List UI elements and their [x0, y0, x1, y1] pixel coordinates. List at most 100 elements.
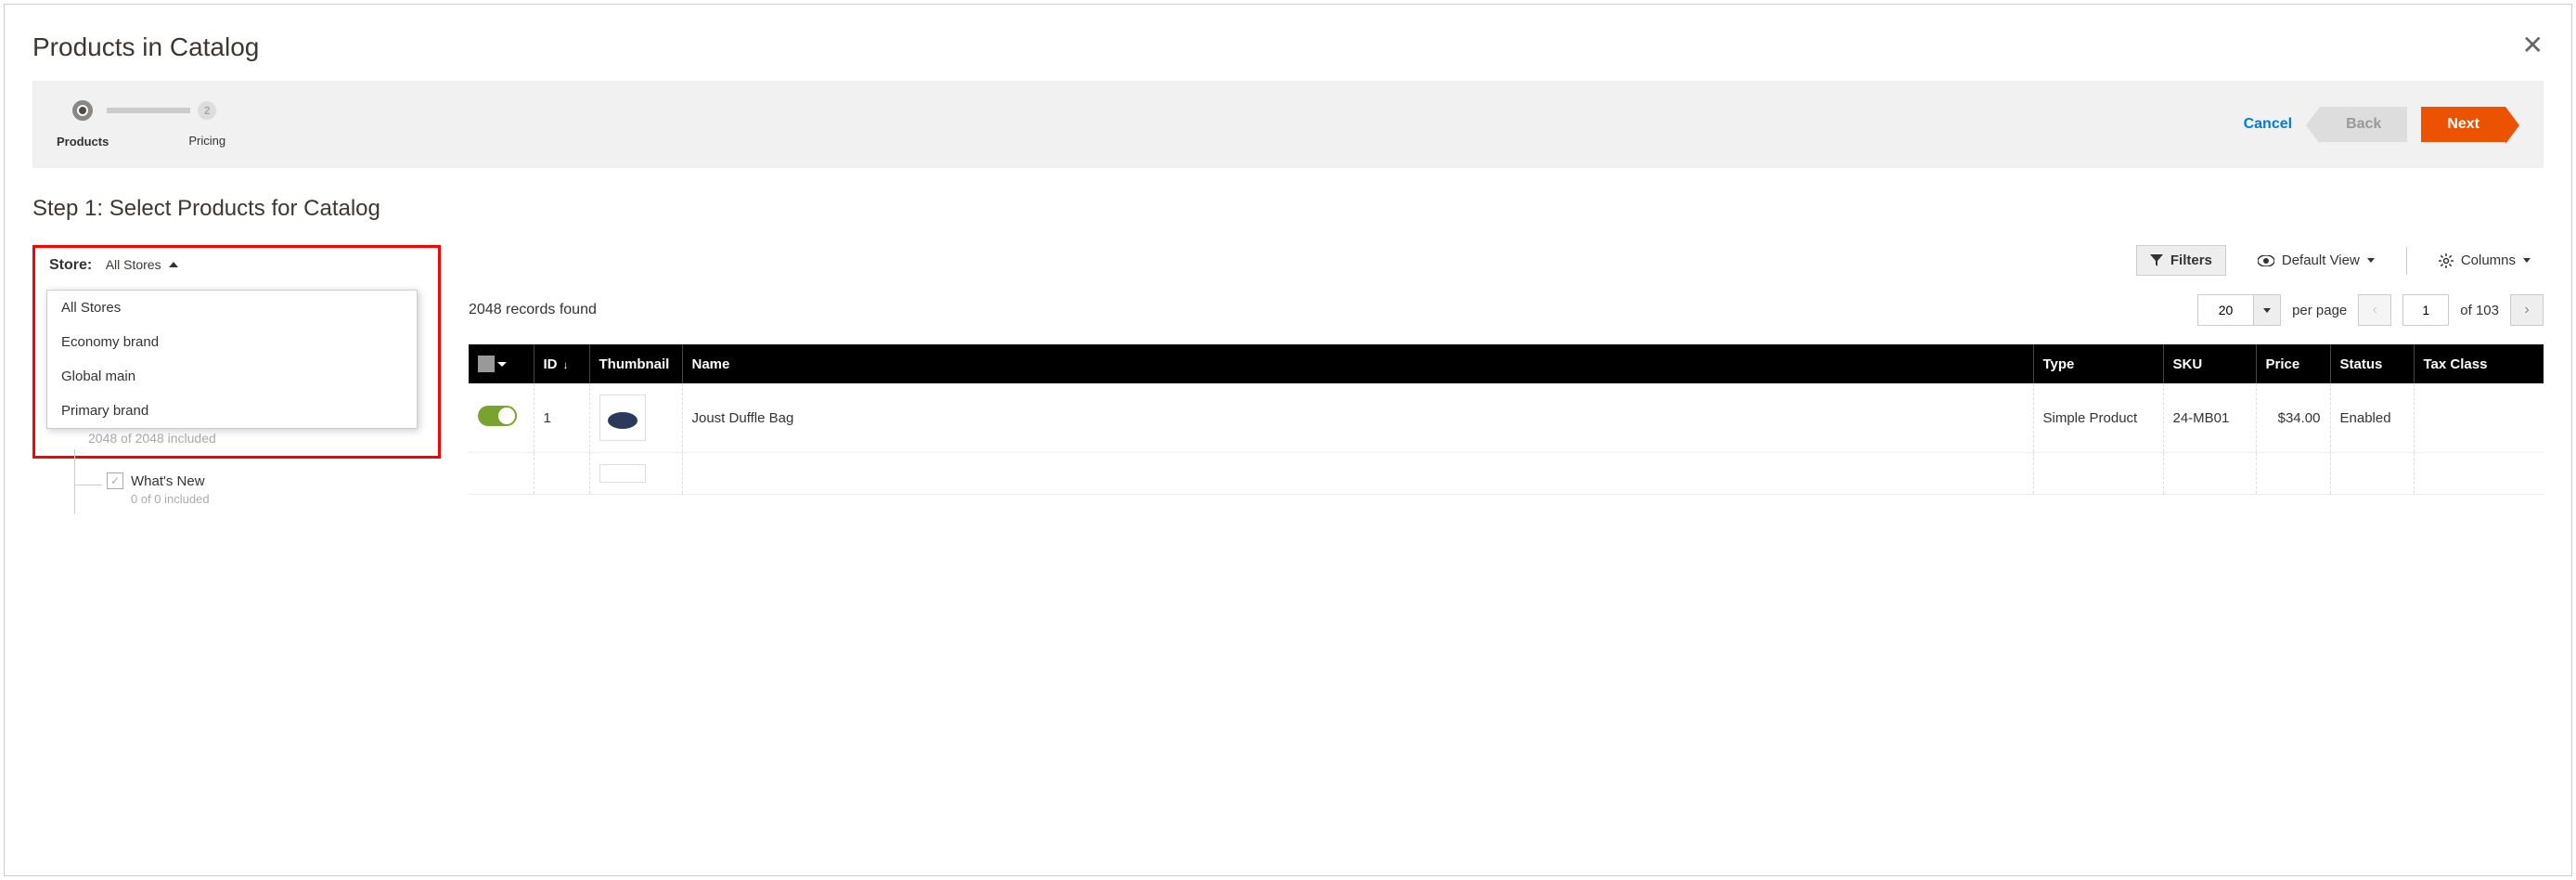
- product-thumbnail[interactable]: [599, 395, 646, 441]
- eye-icon: [2258, 255, 2274, 266]
- th-type[interactable]: Type: [2033, 344, 2163, 383]
- th-status[interactable]: Status: [2330, 344, 2414, 383]
- gear-icon: [2439, 253, 2454, 268]
- th-label: ID: [544, 356, 558, 372]
- chevron-down-icon: [2523, 258, 2531, 263]
- page-size-dropdown-button[interactable]: [2253, 294, 2281, 326]
- step-circle-icon: [72, 100, 93, 121]
- wizard-steps: Products 2 Pricing: [57, 100, 225, 149]
- step-circle-icon: 2: [198, 101, 216, 120]
- cell-price: [2256, 453, 2330, 495]
- cell-toggle: [469, 383, 534, 453]
- default-view-button[interactable]: Default View: [2245, 246, 2388, 275]
- cell-price: $34.00: [2256, 383, 2330, 453]
- left-section: Store: All Stores All Stores Economy bra…: [32, 245, 441, 495]
- th-sku[interactable]: SKU: [2163, 344, 2256, 383]
- per-page-label: per page: [2292, 303, 2347, 318]
- wizard-step-products[interactable]: Products: [57, 100, 109, 149]
- store-selector[interactable]: All Stores: [106, 257, 178, 272]
- cell-thumbnail: [589, 453, 682, 495]
- current-page-input[interactable]: [2402, 294, 2449, 326]
- records-found: 2048 records found: [469, 302, 597, 318]
- store-option-economy[interactable]: Economy brand: [47, 325, 417, 359]
- step-heading: Step 1: Select Products for Catalog: [32, 196, 2544, 222]
- columns-button[interactable]: Columns: [2426, 246, 2544, 275]
- header-checkbox[interactable]: [478, 356, 495, 372]
- store-dropdown: All Stores Economy brand Global main Pri…: [46, 290, 418, 429]
- th-select[interactable]: [469, 344, 534, 383]
- columns-label: Columns: [2461, 252, 2516, 268]
- tree-item-whats-new[interactable]: What's New: [131, 473, 205, 489]
- store-option-primary[interactable]: Primary brand: [47, 394, 417, 428]
- cell-id: 1: [534, 383, 589, 453]
- next-page-button[interactable]: ›: [2510, 294, 2544, 326]
- store-option-all[interactable]: All Stores: [47, 291, 417, 325]
- modal-title: Products in Catalog: [32, 32, 259, 62]
- th-thumbnail[interactable]: Thumbnail: [589, 344, 682, 383]
- total-pages-label: of 103: [2460, 303, 2499, 318]
- th-label: SKU: [2173, 356, 2203, 372]
- cell-toggle: [469, 453, 534, 495]
- store-option-global[interactable]: Global main: [47, 359, 417, 394]
- page-size-input[interactable]: [2197, 294, 2253, 326]
- next-button[interactable]: Next: [2421, 107, 2505, 142]
- step-connector: [107, 108, 190, 113]
- products-table: ID↓ Thumbnail Name Type SKU Price Status…: [469, 344, 2544, 495]
- close-icon[interactable]: ✕: [2522, 32, 2544, 58]
- cell-thumbnail: [589, 383, 682, 453]
- chevron-down-icon: [2367, 258, 2375, 263]
- table-row[interactable]: [469, 453, 2544, 495]
- store-selector-value: All Stores: [106, 257, 161, 272]
- row-toggle[interactable]: [478, 406, 517, 426]
- table-header-row: ID↓ Thumbnail Name Type SKU Price Status…: [469, 344, 2544, 383]
- step-number: 2: [204, 104, 211, 117]
- product-thumbnail[interactable]: [599, 464, 646, 483]
- cell-tax-class: [2414, 453, 2544, 495]
- th-label: Type: [2043, 356, 2075, 372]
- cell-type: Simple Product: [2033, 383, 2163, 453]
- tree-stub: 2048 of 2048 included: [88, 431, 216, 446]
- filters-label: Filters: [2170, 252, 2212, 268]
- toolbar-divider: [2406, 247, 2407, 275]
- chevron-down-icon: [2263, 308, 2271, 313]
- chevron-up-icon: [169, 262, 178, 267]
- cell-name: [682, 453, 2033, 495]
- bag-icon: [604, 404, 641, 432]
- records-bar: 2048 records found per page ‹ of 103 ›: [469, 294, 2544, 326]
- table-row[interactable]: 1 Joust Duffle Bag Simple Product 24-MB0…: [469, 383, 2544, 453]
- grid-toolbar: Filters Default View Columns: [469, 245, 2544, 276]
- filters-button[interactable]: Filters: [2136, 245, 2226, 276]
- cell-sku: 24-MB01: [2163, 383, 2256, 453]
- th-label: Thumbnail: [599, 356, 670, 372]
- right-section: Filters Default View Columns 2048 record…: [469, 245, 2544, 495]
- cell-id: [534, 453, 589, 495]
- cell-status: Enabled: [2330, 383, 2414, 453]
- tree-line: [74, 449, 75, 514]
- th-label: Status: [2340, 356, 2383, 372]
- cell-name: Joust Duffle Bag: [682, 383, 2033, 453]
- cell-tax-class: [2414, 383, 2544, 453]
- cancel-button[interactable]: Cancel: [2244, 116, 2292, 133]
- th-label: Name: [692, 356, 730, 372]
- step-label: Products: [57, 135, 109, 149]
- tree-checkbox[interactable]: ✓: [107, 472, 123, 489]
- th-tax-class[interactable]: Tax Class: [2414, 344, 2544, 383]
- back-button[interactable]: Back: [2320, 107, 2407, 142]
- prev-page-button[interactable]: ‹: [2358, 294, 2391, 326]
- highlight-box: Store: All Stores All Stores Economy bra…: [32, 245, 441, 459]
- content-wrapper: Store: All Stores All Stores Economy bra…: [32, 245, 2544, 495]
- cell-sku: [2163, 453, 2256, 495]
- default-view-label: Default View: [2282, 252, 2360, 268]
- pagination: per page ‹ of 103 ›: [2197, 294, 2544, 326]
- th-id[interactable]: ID↓: [534, 344, 589, 383]
- store-label: Store:: [49, 257, 92, 273]
- th-price[interactable]: Price: [2256, 344, 2330, 383]
- modal-products-in-catalog: Products in Catalog ✕ Products 2 Pricing…: [4, 4, 2572, 876]
- page-size-control: [2197, 294, 2281, 326]
- tree-count: 2048 of 2048 included: [88, 431, 216, 446]
- wizard-step-pricing[interactable]: 2 Pricing: [188, 101, 225, 148]
- wizard-actions: Cancel Back Next: [2244, 107, 2519, 142]
- cell-type: [2033, 453, 2163, 495]
- th-name[interactable]: Name: [682, 344, 2033, 383]
- th-label: Tax Class: [2424, 356, 2488, 372]
